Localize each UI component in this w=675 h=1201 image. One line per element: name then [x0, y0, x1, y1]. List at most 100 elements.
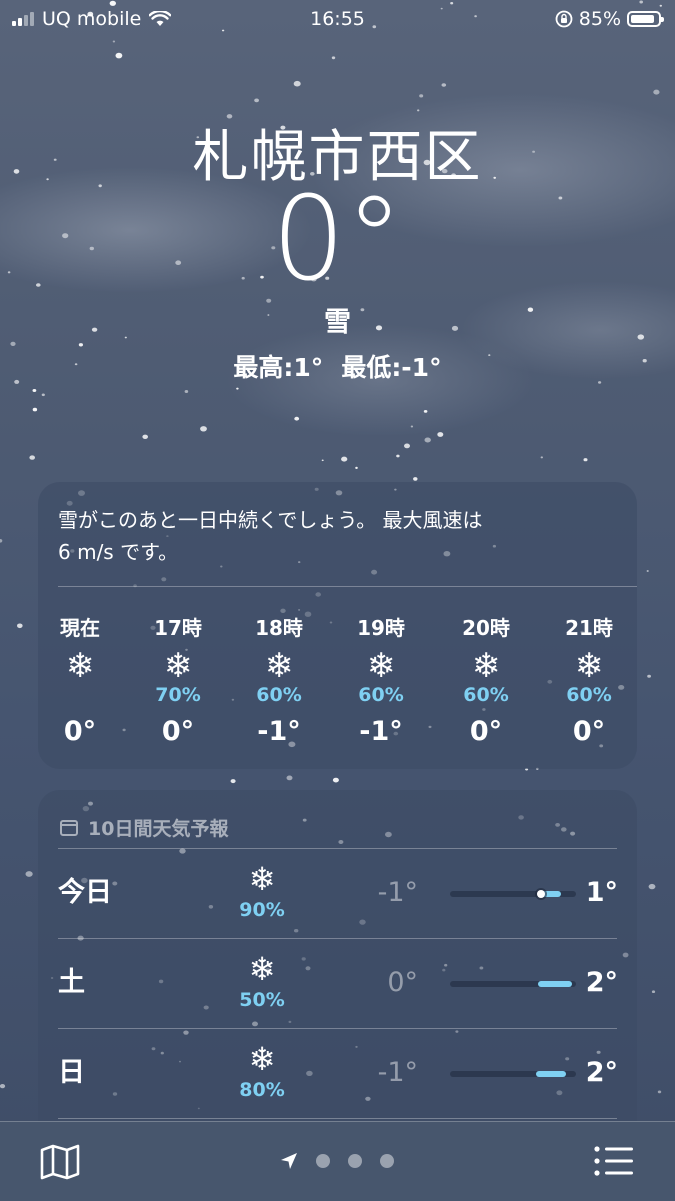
high-temperature: 1° — [585, 877, 618, 908]
snowflake-particle — [17, 623, 23, 629]
status-bar: UQ mobile 16:55 85% — [0, 0, 675, 38]
snowflake-icon: ❄ — [163, 646, 193, 686]
snowflake-particle — [200, 426, 207, 432]
snowflake-particle — [25, 871, 33, 877]
list-icon[interactable] — [593, 1144, 635, 1178]
page-dot[interactable] — [348, 1154, 362, 1168]
temperature-range-fill — [535, 1071, 566, 1077]
precip-probability: 90% — [239, 899, 285, 921]
precip-probability: 70% — [155, 684, 201, 706]
hour-label: 19時 — [357, 616, 405, 640]
snowflake-particle — [437, 432, 444, 437]
temperature-range-fill — [538, 981, 573, 987]
low-temperature: -1° — [377, 1057, 418, 1088]
snowflake-particle — [653, 89, 660, 95]
page-indicator[interactable] — [280, 1152, 394, 1170]
hour-label: 現在 — [60, 616, 100, 640]
snowflake-icon: ❄ — [248, 860, 276, 898]
snowflake-particle — [286, 775, 293, 781]
daily-row[interactable]: 土 ❄ 50% 0° 2° — [58, 938, 618, 1029]
hour-temperature: -1° — [257, 716, 301, 747]
precip-probability: 80% — [239, 1079, 285, 1101]
snowflake-particle — [355, 466, 358, 469]
snowflake-particle — [424, 437, 431, 443]
hour-temperature: 0° — [161, 716, 195, 747]
snowflake-particle — [648, 883, 656, 890]
snowflake-particle — [142, 434, 148, 439]
daily-row[interactable]: 日 ❄ 80% -1° 2° — [58, 1028, 618, 1119]
hour-temperature: -1° — [359, 716, 403, 747]
low-temperature: 0° — [387, 967, 418, 998]
snowflake-particle — [236, 387, 239, 390]
battery-percent: 85% — [578, 8, 621, 30]
hour-label: 20時 — [462, 616, 510, 640]
bottom-toolbar — [0, 1121, 675, 1201]
orientation-lock-icon — [555, 10, 573, 28]
precip-probability — [40, 684, 120, 710]
snowflake-icon: ❄ — [248, 1040, 276, 1078]
snowflake-particle — [331, 56, 336, 60]
hourly-forecast-card[interactable]: 雪がこのあと一日中続くでしょう。 最大風速は 6 m/s です。 現在 ❄ 0°… — [38, 482, 637, 769]
snowflake-icon: ❄ — [574, 646, 604, 686]
current-temperature: 0° — [271, 172, 404, 307]
snowflake-particle — [540, 456, 543, 459]
snowflake-particle — [332, 777, 339, 783]
hour-label: 18時 — [255, 616, 303, 640]
snowflake-particle — [29, 455, 35, 460]
hour-temperature: 0° — [469, 716, 503, 747]
calendar-icon — [60, 819, 78, 836]
ten-day-title: 10日間天気予報 — [88, 818, 229, 840]
snowflake-particle — [32, 407, 38, 412]
hour-item: 19時 ❄ 60% -1° — [341, 612, 421, 747]
snowflake-particle — [423, 410, 428, 413]
page-dot[interactable] — [380, 1154, 394, 1168]
high-low-temperatures: 最高:1° 最低:-1° — [0, 348, 675, 384]
hour-label: 21時 — [565, 616, 613, 640]
snowflake-icon: ❄ — [366, 646, 396, 686]
snowflake-particle — [657, 1090, 662, 1094]
snowflake-particle — [10, 341, 16, 346]
precip-probability: 60% — [358, 684, 404, 706]
snowflake-particle — [651, 990, 656, 993]
ten-day-forecast-card[interactable]: 10日間天気予報 今日 ❄ 90% -1° 1° 土 ❄ 50% 0° 2° 日… — [38, 790, 637, 1130]
hour-item: 現在 ❄ 0° — [40, 612, 120, 747]
snowflake-icon: ❄ — [248, 950, 276, 988]
snowflake-particle — [294, 416, 300, 421]
low-temperature: 最低:-1° — [341, 353, 442, 382]
daily-row[interactable]: 今日 ❄ 90% -1° 1° — [58, 848, 618, 939]
snowflake-icon: ❄ — [471, 646, 501, 686]
snowflake-particle — [0, 539, 3, 543]
hour-item: 20時 ❄ 60% 0° — [446, 612, 526, 747]
snowflake-particle — [419, 94, 424, 98]
precip-probability: 60% — [566, 684, 612, 706]
high-temperature: 2° — [585, 967, 618, 998]
snowflake-particle — [32, 389, 37, 392]
snowflake-particle — [396, 454, 400, 458]
status-right: 85% — [555, 8, 664, 30]
battery-icon — [627, 11, 664, 27]
snowflake-particle — [321, 459, 324, 462]
hourly-scroll[interactable]: 現在 ❄ 0° 17時 ❄ 70% 0° 18時 ❄ 60% -1° 19時 ❄… — [38, 612, 637, 752]
snowflake-particle — [410, 425, 414, 428]
precip-probability: 60% — [256, 684, 302, 706]
snowflake-particle — [404, 443, 410, 449]
current-temperature-dot — [536, 890, 545, 898]
location-arrow-icon[interactable] — [280, 1152, 298, 1170]
forecast-summary-line: 6 m/s です。 — [58, 540, 179, 564]
hour-item: 18時 ❄ 60% -1° — [239, 612, 319, 747]
forecast-summary: 雪がこのあと一日中続くでしょう。 最大風速は 6 m/s です。 — [58, 504, 578, 568]
page-dot[interactable] — [316, 1154, 330, 1168]
snowflake-particle — [341, 456, 348, 462]
snowflake-particle — [413, 477, 418, 481]
hour-item: 17時 ❄ 70% 0° — [138, 612, 218, 747]
day-label: 土 — [58, 967, 85, 998]
snowflake-particle — [583, 458, 588, 462]
snowflake-particle — [254, 98, 259, 103]
snowflake-particle — [441, 83, 447, 87]
map-icon[interactable] — [40, 1144, 80, 1180]
hour-item: 21時 ❄ 60% 0° — [549, 612, 629, 747]
precip-probability: 60% — [463, 684, 509, 706]
hour-temperature: 0° — [63, 716, 97, 747]
snowflake-particle — [115, 52, 123, 59]
snowflake-particle — [0, 1084, 6, 1089]
